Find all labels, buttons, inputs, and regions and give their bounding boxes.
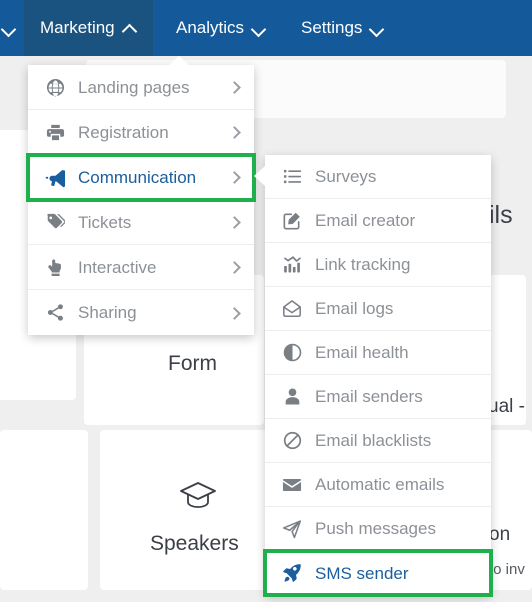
- submenu-item-surveys-label: Surveys: [315, 167, 377, 186]
- submenu-item-sms-sender-label: SMS sender: [315, 563, 409, 583]
- submenu-item-email-senders[interactable]: Email senders: [265, 375, 491, 419]
- menu-item-interactive[interactable]: Interactive: [28, 245, 254, 290]
- menu-item-interactive-label: Interactive: [78, 257, 157, 277]
- envelope-icon: [279, 475, 305, 495]
- globe-icon: [42, 78, 68, 97]
- submenu-pointer-arrow: [254, 166, 265, 186]
- menu-item-registration[interactable]: Registration: [28, 110, 254, 155]
- communication-submenu: Surveys Email creator Link tracking Emai…: [263, 155, 493, 597]
- paper-plane-icon: [279, 519, 305, 539]
- background-card-speakers[interactable]: [100, 430, 292, 590]
- nav-item-analytics-label: Analytics: [176, 17, 245, 37]
- submenu-item-email-creator[interactable]: Email creator: [265, 199, 491, 243]
- pointing-hand-icon: [42, 258, 68, 277]
- menu-item-landing-pages[interactable]: Landing pages: [28, 65, 254, 110]
- submenu-item-email-creator-label: Email creator: [315, 211, 416, 230]
- submenu-item-automatic-emails[interactable]: Automatic emails: [265, 463, 491, 507]
- chevron-right-icon: [230, 173, 238, 181]
- nav-item-settings[interactable]: Settings: [285, 0, 400, 56]
- ban-icon: [279, 431, 305, 450]
- menu-item-registration-label: Registration: [78, 122, 169, 142]
- menu-item-sharing-label: Sharing: [78, 303, 137, 322]
- chevron-right-icon: [230, 309, 238, 317]
- share-nodes-icon: [42, 303, 68, 322]
- chevron-right-icon: [230, 218, 238, 226]
- background-text-fragment-3: on: [489, 524, 511, 545]
- submenu-item-push-messages-label: Push messages: [315, 519, 436, 538]
- pencil-square-icon: [279, 211, 305, 230]
- menu-item-sharing[interactable]: Sharing: [28, 290, 254, 335]
- submenu-item-email-health-label: Email health: [315, 343, 409, 362]
- megaphone-icon: [42, 167, 68, 188]
- menu-item-tickets[interactable]: Tickets: [28, 200, 254, 245]
- top-navigation-bar: Marketing Analytics Settings: [0, 0, 532, 56]
- submenu-item-email-senders-label: Email senders: [315, 387, 423, 406]
- menu-item-communication-label: Communication: [78, 167, 197, 187]
- submenu-item-surveys[interactable]: Surveys: [265, 155, 491, 199]
- half-circle-icon: [279, 343, 305, 362]
- bar-chart-icon: [279, 255, 305, 274]
- background-card-form-label: Form: [168, 352, 217, 375]
- submenu-item-link-tracking-label: Link tracking: [315, 255, 411, 274]
- graduation-cap-icon: [178, 478, 218, 510]
- chevron-up-icon: [124, 22, 137, 35]
- nav-item-marketing[interactable]: Marketing: [24, 0, 153, 56]
- submenu-item-email-health[interactable]: Email health: [265, 331, 491, 375]
- list-icon: [279, 167, 305, 186]
- menu-item-landing-pages-label: Landing pages: [78, 77, 190, 97]
- rocket-icon: [279, 563, 305, 583]
- submenu-item-email-logs-label: Email logs: [315, 299, 394, 318]
- background-card-bottom-left[interactable]: [0, 430, 88, 590]
- submenu-item-email-blacklists-label: Email blacklists: [315, 431, 432, 450]
- chevron-right-icon: [230, 128, 238, 136]
- background-text-fragment-4: to inv: [489, 561, 525, 578]
- submenu-item-automatic-emails-label: Automatic emails: [315, 475, 445, 494]
- submenu-item-link-tracking[interactable]: Link tracking: [265, 243, 491, 287]
- background-text-fragment-1: ils: [489, 201, 513, 229]
- submenu-item-push-messages[interactable]: Push messages: [265, 507, 491, 551]
- background-card-speakers-label: Speakers: [150, 532, 239, 555]
- submenu-item-email-logs[interactable]: Email logs: [265, 287, 491, 331]
- tags-icon: [42, 212, 68, 232]
- submenu-item-email-blacklists[interactable]: Email blacklists: [265, 419, 491, 463]
- marketing-dropdown-menu: Landing pages Registration Communication…: [26, 65, 256, 335]
- nav-item-marketing-label: Marketing: [40, 17, 115, 37]
- submenu-item-sms-sender[interactable]: SMS sender: [263, 549, 493, 597]
- chevron-down-icon: [371, 22, 384, 35]
- printer-icon: [42, 123, 68, 142]
- person-icon: [279, 387, 305, 406]
- chevron-down-icon: [253, 22, 266, 35]
- menu-item-communication[interactable]: Communication: [26, 153, 256, 202]
- nav-item-settings-label: Settings: [301, 17, 363, 37]
- menu-item-tickets-label: Tickets: [78, 212, 132, 232]
- chevron-right-icon: [230, 263, 238, 271]
- menu-pointer-arrow: [168, 56, 190, 66]
- background-text-fragment-2: ual -: [488, 396, 525, 417]
- nav-item-analytics[interactable]: Analytics: [160, 0, 282, 56]
- nav-overflow-chevron-icon[interactable]: [0, 0, 22, 56]
- chevron-right-icon: [230, 83, 238, 91]
- open-envelope-icon: [279, 299, 305, 319]
- chevron-down-icon: [3, 22, 16, 35]
